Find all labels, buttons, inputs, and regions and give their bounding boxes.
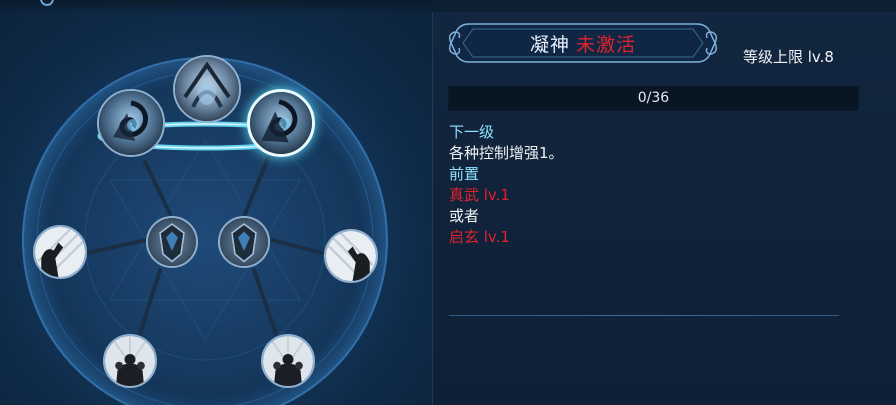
or-label: 或者 [449,207,480,225]
level-cap-label: 等级上限 lv.8 [743,48,834,66]
skill-details: 下一级 各种控制增强1。 前置 真武 lv.1 或者 启玄 lv.1 [449,122,564,248]
skill-node-mid-far-right[interactable] [324,229,378,283]
skill-node-bottom-right[interactable] [261,334,315,388]
next-level-effect: 各种控制增强1。 [449,144,564,162]
dark-spiral-skill-icon [99,91,163,155]
skill-node-mid-left[interactable] [146,216,198,268]
prereq-skill-2: 启玄 lv.1 [449,228,510,246]
dark-spiral-skill-icon [250,92,312,154]
armor-crest-skill-icon [148,218,196,266]
swirl-shield-skill-icon [175,57,239,121]
prereq-skill-1: 真武 lv.1 [449,186,510,204]
skill-node-mid-far-left[interactable] [33,225,87,279]
skill-node-bottom-left[interactable] [103,334,157,388]
skill-node-top-center[interactable] [173,55,241,123]
skill-title-frame: 凝神 未激活 [447,20,719,66]
silhouette-rays-skill-icon [35,227,85,277]
skill-name: 凝神 [529,34,570,56]
skill-node-mid-right[interactable] [218,216,270,268]
silhouette-rays-skill-icon [326,231,376,281]
skill-node-top-right[interactable] [247,89,315,157]
skill-tree-panel [0,0,432,405]
skill-title: 凝神 未激活 [447,30,719,57]
prereq-label: 前置 [449,165,480,183]
skill-status: 未激活 [576,34,637,56]
warrior-group-skill-icon [105,336,155,386]
skill-node-top-left[interactable] [97,89,165,157]
skill-progress-bar: 0/36 [448,86,859,111]
skill-info-panel: 凝神 未激活 等级上限 lv.8 0/36 下一级 各种控制增强1。 前置 真武 … [432,12,896,405]
progress-text: 0/36 [637,90,670,106]
armor-crest-skill-icon [220,218,268,266]
warrior-group-skill-icon [263,336,313,386]
panel-divider [449,315,839,316]
next-level-label: 下一级 [449,123,495,141]
